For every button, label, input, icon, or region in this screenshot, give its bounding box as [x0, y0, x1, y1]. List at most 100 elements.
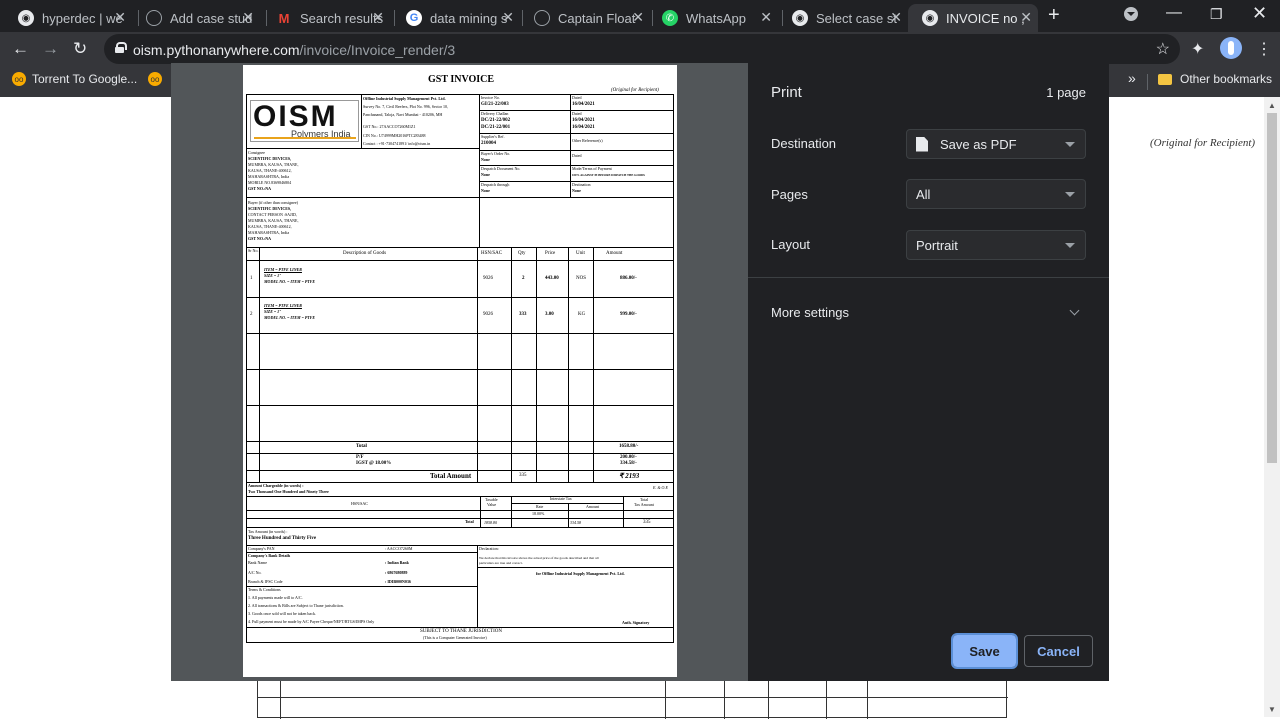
acno-label: A/C No. [248, 570, 262, 575]
background-table [257, 678, 1008, 719]
bank-name: : Indian Bank [385, 560, 409, 565]
tab-hyperdec[interactable]: ◉ hyperdec | we ✕ [4, 4, 132, 32]
print-title: Print [771, 84, 802, 101]
buyer-line: CONTACT PERSON :SAJID, [248, 212, 297, 217]
bookmark-torrent[interactable]: oo Torrent To Google... [12, 72, 137, 86]
close-icon[interactable]: ✕ [760, 9, 772, 26]
tc-line: 4. Full payment must be made by A/C Paye… [248, 619, 375, 624]
buyer-line: MAHARASHTRA, India [248, 230, 290, 235]
lock-icon[interactable] [115, 42, 127, 53]
extensions-icon[interactable]: ✦ [1191, 39, 1204, 59]
tab-captain[interactable]: Captain Float ✕ [520, 4, 650, 32]
supplier-ref: 210004 [481, 141, 496, 146]
invoice-page: GST INVOICE (Original for Recipient) OIS… [243, 65, 677, 677]
menu-icon[interactable]: ⋮ [1256, 39, 1272, 59]
other-bookmarks[interactable]: Other bookmarks [1158, 72, 1272, 86]
back-icon[interactable]: ← [12, 39, 29, 59]
close-icon[interactable]: ✕ [632, 9, 644, 26]
bank-label: Company's Bank Details [248, 553, 291, 558]
company-name: Offline Industrial Supply Management Pvt… [363, 96, 446, 101]
tax-amount: 334.58 [570, 520, 581, 525]
total-label: Total [356, 444, 367, 449]
minimize-icon[interactable]: — [1166, 4, 1182, 22]
globe-icon [146, 10, 162, 26]
other-ref-label: Other Reference(s) [572, 138, 603, 143]
print-settings-panel: Print 1 page Destination Save as PDF Pag… [748, 63, 1109, 681]
taxable-value: 1858.80 [484, 520, 497, 525]
window-close-icon[interactable]: ✕ [1252, 3, 1267, 24]
close-icon[interactable]: ✕ [1020, 9, 1032, 26]
bookmark-icon-only[interactable]: oo [148, 72, 168, 86]
for-company: for Offline Industrial Supply Management… [536, 571, 625, 576]
total-tax-label-2: Tax Amount [634, 502, 654, 507]
scroll-down-icon[interactable]: ▼ [1268, 705, 1276, 714]
restore-icon[interactable]: ❐ [1210, 6, 1223, 23]
tab-gmail[interactable]: M Search results ✕ [262, 4, 390, 32]
item-qty: 2 [522, 276, 525, 281]
pages-label: Pages [771, 187, 808, 202]
tab-select-case[interactable]: ◉ Select case st ✕ [778, 4, 908, 32]
declaration-label: Declaration: [479, 546, 499, 551]
challan-date-1: 16/04/2021 [572, 118, 595, 123]
invoice-no-label: Invoice No. [481, 95, 500, 100]
total-amount: ₹ 2193 [619, 472, 640, 480]
close-icon[interactable]: ✕ [502, 9, 514, 26]
tab-google[interactable]: Gdata mining s ✕ [392, 4, 520, 32]
challan-dated-label: Dated [572, 111, 582, 116]
tab-search-icon[interactable] [1124, 7, 1138, 21]
more-settings[interactable]: More settings [771, 305, 849, 320]
rate-label: Rate [536, 504, 544, 509]
page-scrollbar[interactable]: ▲ ▼ [1264, 97, 1280, 717]
new-tab-icon[interactable]: + [1048, 4, 1060, 27]
buyer-order: None [481, 157, 490, 162]
consignee-line: MUMBRA, KAUSA, THANE, [248, 162, 299, 167]
col-sr: Sr No. [248, 248, 259, 253]
chargeable-words: Two Thousand One Hundred and Ninety Thre… [248, 489, 329, 494]
item-size: SIZE = 1" [264, 309, 282, 314]
forward-icon[interactable]: → [42, 39, 59, 59]
buyer-dated: Dated [572, 153, 582, 158]
item-name: ITEM = PTFE LINER [264, 303, 302, 308]
tab-whatsapp[interactable]: ✆ WhatsApp ✕ [648, 4, 778, 32]
star-icon[interactable]: ☆ [1156, 39, 1170, 59]
invoice-title: GST INVOICE [428, 74, 495, 85]
reload-icon[interactable]: ↻ [73, 39, 87, 59]
avatar[interactable] [1220, 37, 1242, 59]
despatch-doc: None [481, 172, 490, 177]
tax-words: Three Hundred and Thirty Five [248, 536, 317, 541]
expand-chevron-icon[interactable] [1069, 305, 1080, 316]
bookmark-icon: oo [12, 72, 26, 86]
close-icon[interactable]: ✕ [242, 9, 254, 26]
pdf-file-icon [916, 136, 928, 152]
consignee-line: MOBILE NO.8369846804 [248, 180, 292, 185]
scroll-up-icon[interactable]: ▲ [1268, 101, 1276, 110]
pages-select[interactable]: All [906, 179, 1086, 209]
destination-select[interactable]: Save as PDF [906, 129, 1086, 159]
scroll-thumb[interactable] [1267, 113, 1277, 463]
challan-date-2: 16/04/2021 [572, 125, 595, 130]
close-icon[interactable]: ✕ [114, 9, 126, 26]
destination: None [572, 188, 581, 193]
other-bookmarks-label: Other bookmarks [1180, 72, 1273, 86]
cancel-button[interactable]: Cancel [1024, 635, 1093, 667]
bookmarks-overflow-icon[interactable]: » [1128, 70, 1136, 86]
pf-label: P/F [356, 455, 364, 460]
item-model: MODEL NO. = ITEM = PTFE [264, 315, 316, 320]
tab-invoice[interactable]: ◉ INVOICE no , ✕ [908, 4, 1038, 32]
layout-label: Layout [771, 237, 811, 252]
tax-hsn: HSN/SAC [351, 501, 368, 506]
close-icon[interactable]: ✕ [890, 9, 902, 26]
chevron-down-icon [1065, 142, 1075, 147]
item-unit: NOS [576, 276, 587, 281]
tab-add-case[interactable]: Add case stud ✕ [132, 4, 260, 32]
declaration: We declare that this invoice shows the a… [479, 556, 599, 560]
chevron-down-icon [1065, 192, 1075, 197]
address-bar[interactable]: oism.pythonanywhere.com/invoice/Invoice_… [104, 34, 1180, 64]
save-button[interactable]: Save [951, 633, 1018, 669]
item-size: SIZE = 1" [264, 273, 282, 278]
signatory: Auth. Signatory [622, 620, 650, 625]
layout-select[interactable]: Portrait [906, 230, 1086, 260]
close-icon[interactable]: ✕ [372, 9, 384, 26]
item-hsn: 9026 [483, 312, 493, 317]
browser-toolbar: ← → ↻ oism.pythonanywhere.com/invoice/In… [0, 32, 1280, 66]
